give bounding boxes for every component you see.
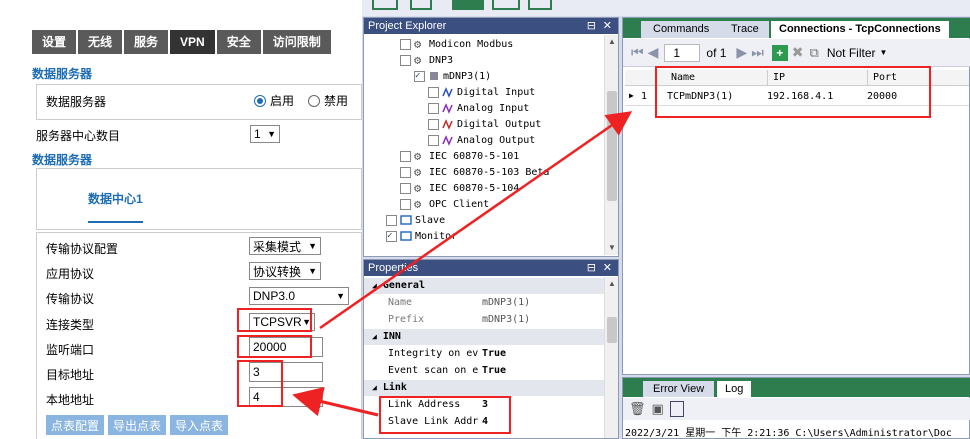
annotation-arrows [292, 111, 633, 417]
arrow-to-connection-row [319, 111, 633, 330]
arrow-to-addresses [292, 386, 379, 417]
